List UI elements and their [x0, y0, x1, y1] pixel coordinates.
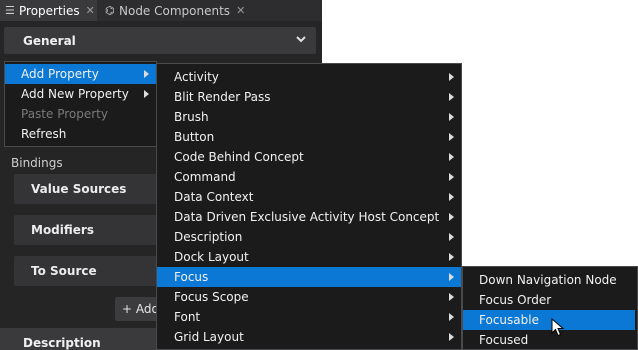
chevron-right-icon: [449, 133, 454, 141]
menu-item-grid-layout[interactable]: Grid Layout: [157, 327, 461, 347]
bindings-label: Bindings: [11, 156, 63, 170]
components-icon: ⌬: [105, 4, 115, 17]
tab-node-components[interactable]: ⌬ Node Components ✕: [100, 0, 250, 21]
menu-item-command[interactable]: Command: [157, 167, 461, 187]
menu-item-focus-scope[interactable]: Focus Scope: [157, 287, 461, 307]
menu-item-data-context[interactable]: Data Context: [157, 187, 461, 207]
close-icon[interactable]: ✕: [236, 4, 245, 17]
chevron-right-icon: [449, 233, 454, 241]
menu-item-focus-order[interactable]: Focus Order: [463, 290, 637, 310]
tab-properties-label: Properties: [19, 3, 80, 18]
value-sources-title: Value Sources: [31, 182, 127, 196]
chevron-right-icon: [449, 273, 454, 281]
modifiers-title: Modifiers: [31, 223, 94, 237]
chevron-right-icon: [449, 173, 454, 181]
chevron-right-icon: [449, 313, 454, 321]
chevron-right-icon: [449, 253, 454, 261]
tab-properties[interactable]: ☰ Properties ✕: [0, 0, 97, 21]
add-binding-label: + Add: [122, 302, 160, 316]
to-source-title: To Source: [31, 264, 97, 278]
tab-bar: ☰ Properties ✕ ⌬ Node Components ✕: [0, 0, 322, 21]
add-property-submenu: Activity Blit Render Pass Brush Button C…: [156, 63, 462, 350]
chevron-right-icon: [144, 70, 149, 78]
list-icon: ☰: [5, 4, 15, 17]
chevron-right-icon: [449, 293, 454, 301]
close-icon[interactable]: ✕: [86, 4, 95, 17]
menu-item-blit-render-pass[interactable]: Blit Render Pass: [157, 87, 461, 107]
menu-item-focusable[interactable]: Focusable: [463, 310, 635, 330]
menu-item-code-behind-concept[interactable]: Code Behind Concept: [157, 147, 461, 167]
chevron-right-icon: [449, 93, 454, 101]
menu-item-add-property[interactable]: Add Property: [5, 64, 156, 84]
chevron-right-icon: [144, 90, 149, 98]
menu-item-add-new-property[interactable]: Add New Property: [5, 84, 156, 104]
menu-item-paste-property: Paste Property: [21, 107, 108, 121]
context-menu: Add Property Add New Property Paste Prop…: [4, 61, 157, 147]
menu-item-activity[interactable]: Activity: [157, 67, 461, 87]
menu-item-down-navigation-node[interactable]: Down Navigation Node: [463, 270, 637, 290]
chevron-right-icon: [449, 193, 454, 201]
mouse-cursor-icon: [551, 318, 565, 337]
menu-item-button[interactable]: Button: [157, 127, 461, 147]
menu-item-font[interactable]: Font: [157, 307, 461, 327]
chevron-right-icon: [449, 113, 454, 121]
focus-submenu: Down Navigation Node Focus Order Focusab…: [462, 266, 638, 350]
menu-item-dock-layout[interactable]: Dock Layout: [157, 247, 461, 267]
menu-item-refresh[interactable]: Refresh: [5, 124, 156, 144]
chevron-right-icon: [449, 333, 454, 341]
menu-item-brush[interactable]: Brush: [157, 107, 461, 127]
menu-item-focused[interactable]: Focused: [463, 330, 637, 350]
menu-item-data-driven-exclusive-activity-host-concept[interactable]: Data Driven Exclusive Activity Host Conc…: [157, 207, 461, 227]
general-section-title: General: [23, 34, 76, 48]
description-section-title: Description: [23, 336, 101, 350]
chevron-right-icon: [449, 73, 454, 81]
chevron-right-icon: [449, 213, 454, 221]
menu-item-description[interactable]: Description: [157, 227, 461, 247]
chevron-down-icon[interactable]: [296, 34, 306, 44]
general-section-header[interactable]: General: [4, 27, 316, 54]
menu-item-focus[interactable]: Focus: [157, 267, 461, 287]
tab-node-components-label: Node Components: [119, 3, 231, 18]
chevron-right-icon: [449, 153, 454, 161]
